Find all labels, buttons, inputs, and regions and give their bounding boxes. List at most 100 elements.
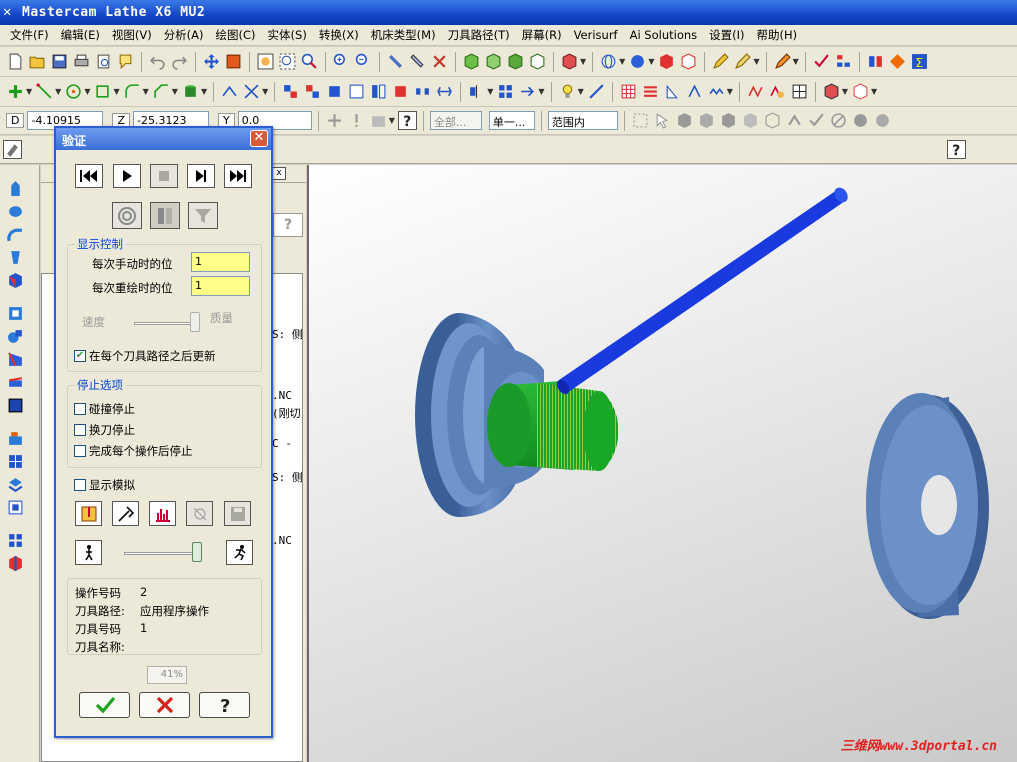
hierarchy-icon[interactable]: [834, 52, 853, 71]
zoom-in-icon[interactable]: [332, 52, 351, 71]
stock-box-icon[interactable]: [790, 82, 809, 101]
dropdown-arrow-icon[interactable]: ▼: [793, 57, 799, 66]
select-box-icon[interactable]: [631, 111, 650, 130]
menu-item-2[interactable]: 视图(V): [106, 27, 158, 43]
mirror-icon[interactable]: [866, 52, 885, 71]
menu-item-4[interactable]: 绘图(C): [210, 27, 262, 43]
xform-translate-icon[interactable]: [281, 82, 300, 101]
slow-sim-button[interactable]: [75, 540, 102, 565]
arrow-right-icon[interactable]: [518, 82, 537, 101]
select-all-button[interactable]: 全部...: [429, 111, 482, 130]
display-mode-button[interactable]: [112, 202, 142, 229]
tool-holder-icon[interactable]: [408, 52, 427, 71]
rewind-button[interactable]: [75, 164, 103, 188]
verify-icon[interactable]: [768, 82, 787, 101]
no-entry-icon[interactable]: [829, 111, 848, 130]
ok-button[interactable]: [79, 692, 130, 718]
print-icon[interactable]: [72, 52, 91, 71]
shaded-sphere-icon[interactable]: [628, 52, 647, 71]
pencil-star-icon[interactable]: [733, 52, 752, 71]
solid-view-icon[interactable]: [5, 498, 25, 517]
dropdown-arrow-icon[interactable]: ▼: [648, 57, 654, 66]
select-wire-icon[interactable]: [763, 111, 782, 130]
configure-button[interactable]: [75, 501, 102, 526]
repaint-icon[interactable]: [224, 52, 243, 71]
solid-outline-icon[interactable]: [679, 52, 698, 71]
menu-item-3[interactable]: 分析(A): [158, 27, 210, 43]
xform-stretch-icon[interactable]: [435, 82, 454, 101]
dropdown-arrow-icon[interactable]: ▼: [389, 116, 395, 125]
list-red-icon[interactable]: [641, 82, 660, 101]
xform-rotate-icon[interactable]: [325, 82, 344, 101]
xform-pattern-icon[interactable]: [413, 82, 432, 101]
pan-icon[interactable]: [202, 52, 221, 71]
dropdown-arrow-icon[interactable]: ▼: [172, 87, 178, 96]
save-stl-button[interactable]: [224, 501, 251, 526]
dropdown-arrow-icon[interactable]: ▼: [619, 57, 625, 66]
dropdown-arrow-icon[interactable]: ▼: [55, 87, 61, 96]
dropdown-arrow-icon[interactable]: ▼: [871, 87, 877, 96]
dropdown-arrow-icon[interactable]: ▼: [26, 87, 32, 96]
cylinder-icon[interactable]: [181, 82, 200, 101]
wireframe-globe-icon[interactable]: [599, 52, 618, 71]
shell-icon[interactable]: [5, 304, 25, 323]
solid-red-icon[interactable]: [657, 52, 676, 71]
dropdown-arrow-icon[interactable]: ▼: [578, 87, 584, 96]
boolean-icon[interactable]: [5, 327, 25, 346]
menu-item-13[interactable]: 帮助(H): [751, 27, 804, 43]
solid-stack-icon[interactable]: [5, 429, 25, 448]
backplot-icon[interactable]: [746, 82, 765, 101]
grid-icon[interactable]: [496, 82, 515, 101]
graphics-viewport[interactable]: 三维网www.3dportal.cn: [307, 165, 1017, 762]
draft-icon[interactable]: [5, 350, 25, 369]
break-icon[interactable]: [242, 82, 261, 101]
dropdown-arrow-icon[interactable]: ▼: [143, 87, 149, 96]
solid-box-icon[interactable]: [5, 396, 25, 415]
view-top-icon[interactable]: [484, 52, 503, 71]
step-forward-button[interactable]: [187, 164, 215, 188]
zoom-window-icon[interactable]: [278, 52, 297, 71]
panel-help-icon[interactable]: ?: [273, 213, 303, 237]
menu-item-1[interactable]: 编辑(E): [55, 27, 106, 43]
redraw-step-input[interactable]: 1: [191, 276, 250, 296]
fillet-icon[interactable]: [123, 82, 142, 101]
measure-tool-button[interactable]: [112, 501, 139, 526]
update-after-toolpath-checkbox[interactable]: ✔ 在每个刀具路径之后更新: [74, 348, 216, 364]
filter-button[interactable]: [188, 202, 218, 229]
menu-item-5[interactable]: 实体(S): [262, 27, 313, 43]
new-file-icon[interactable]: [6, 52, 25, 71]
cancel-button[interactable]: [139, 692, 190, 718]
range-dropdown[interactable]: 范围内: [547, 111, 618, 130]
xform-copy-icon[interactable]: [303, 82, 322, 101]
pencil-icon[interactable]: [711, 52, 730, 71]
play-button[interactable]: [113, 164, 141, 188]
menu-item-9[interactable]: 屏幕(R): [516, 27, 568, 43]
xform-offset-icon[interactable]: [391, 82, 410, 101]
solid-layers-icon[interactable]: [5, 475, 25, 494]
fast-sim-button[interactable]: [226, 540, 253, 565]
dropdown-arrow-icon[interactable]: ▼: [113, 87, 119, 96]
select-edge-icon[interactable]: [719, 111, 738, 130]
revolve-icon[interactable]: [5, 202, 25, 221]
extrude-icon[interactable]: [5, 179, 25, 198]
help-button[interactable]: ?: [199, 692, 250, 718]
solid-cut-icon[interactable]: [851, 82, 870, 101]
view-iso-icon[interactable]: [462, 52, 481, 71]
dropdown-arrow-icon[interactable]: ▼: [84, 87, 90, 96]
stock-display-button[interactable]: [150, 202, 180, 229]
select-face-icon[interactable]: [697, 111, 716, 130]
dropdown-arrow-icon[interactable]: ▼: [753, 57, 759, 66]
stop-button[interactable]: [150, 164, 178, 188]
lathe-tool-icon[interactable]: [663, 82, 682, 101]
groove-icon[interactable]: [685, 82, 704, 101]
cube-view-icon[interactable]: [560, 52, 579, 71]
help-icon[interactable]: ?: [947, 140, 966, 159]
view-front-icon[interactable]: [506, 52, 525, 71]
manual-step-input[interactable]: 1: [191, 252, 250, 272]
open-file-icon[interactable]: [28, 52, 47, 71]
menu-item-12[interactable]: 设置(I): [703, 27, 750, 43]
dropdown-arrow-icon[interactable]: ▼: [727, 87, 733, 96]
sim-speed-slider[interactable]: [124, 552, 202, 555]
solid-layout-icon[interactable]: [5, 452, 25, 471]
select-solid-icon[interactable]: [675, 111, 694, 130]
